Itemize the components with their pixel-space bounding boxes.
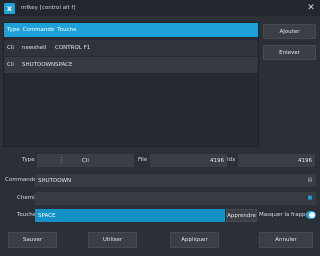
type-label: Type: [22, 157, 35, 163]
title-bar: x mfkey [control alt f] ✕: [0, 0, 320, 16]
table-row[interactable]: Cli newshell CONTROL F1: [4, 40, 258, 56]
remove-button[interactable]: Enlever: [263, 45, 316, 60]
mask-keystroke-toggle[interactable]: [306, 211, 316, 219]
column-header-key[interactable]: Touche: [54, 27, 76, 33]
key-value: SPACE: [38, 212, 56, 219]
row-command: SHUTDOWN: [22, 62, 56, 68]
row-type: Cli: [7, 45, 14, 51]
idx-value: 4196: [298, 157, 312, 164]
row-type: Cli: [7, 62, 14, 68]
type-select[interactable]: ⋮ Cli: [37, 154, 134, 167]
command-label: Commande: [5, 177, 37, 183]
drag-handle-icon: ⋮: [58, 156, 65, 164]
save-button[interactable]: Sauver: [8, 232, 57, 248]
key-label: Touche: [17, 212, 37, 218]
command-value: SHUTDOWN: [38, 177, 72, 184]
row-key: SPACE: [55, 62, 73, 68]
row-key: CONTROL F1: [55, 45, 91, 51]
mask-label: Masquer la frappe: [259, 212, 309, 218]
hotkey-table[interactable]: Type Commande Touche Cli newshell CONTRO…: [3, 22, 259, 147]
window-title: mfkey [control alt f]: [21, 5, 76, 11]
idx-field[interactable]: 4196: [238, 154, 315, 167]
add-button[interactable]: Ajouter: [263, 24, 316, 39]
row-command: newshell: [22, 45, 47, 51]
column-header-command[interactable]: Commande: [20, 27, 55, 33]
type-value: Cli: [82, 157, 89, 164]
table-row[interactable]: Cli SHUTDOWN SPACE: [4, 57, 258, 73]
file-browse-icon[interactable]: ▤: [307, 177, 313, 184]
folder-icon[interactable]: ■: [307, 195, 313, 202]
file-label: File: [138, 157, 148, 163]
app-logo-icon: x: [4, 2, 15, 14]
cancel-button[interactable]: Annuler: [259, 232, 313, 248]
close-icon[interactable]: ✕: [306, 3, 316, 13]
use-button[interactable]: Utiliser: [88, 232, 137, 248]
apply-button[interactable]: Appliquer: [170, 232, 219, 248]
file-field[interactable]: 4196: [150, 154, 227, 167]
idx-label: Idx: [227, 157, 236, 163]
path-field[interactable]: ■: [35, 192, 316, 205]
table-header: Type Commande Touche: [4, 23, 258, 37]
key-field[interactable]: SPACE: [35, 209, 225, 222]
file-value: 4196: [210, 157, 224, 164]
toggle-knob: [309, 212, 315, 218]
column-header-type[interactable]: Type: [4, 27, 20, 33]
command-field[interactable]: SHUTDOWN ▤: [35, 174, 316, 187]
learn-button[interactable]: Apprendre: [226, 209, 257, 222]
